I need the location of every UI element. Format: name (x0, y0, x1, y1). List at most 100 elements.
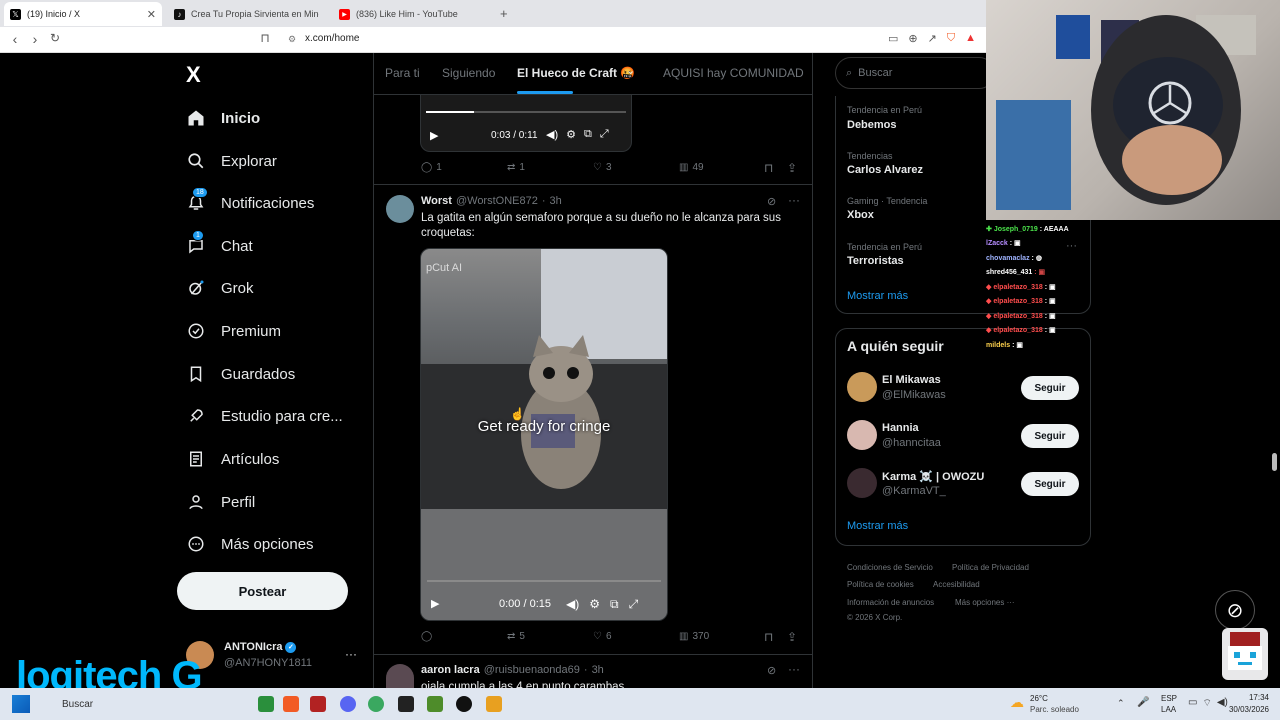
tab-siguiendo[interactable]: Siguiendo (442, 66, 495, 80)
search-input[interactable]: Buscar (858, 67, 892, 79)
new-tab-button[interactable]: + (500, 6, 508, 21)
url-field[interactable]: x.com/home (305, 33, 359, 44)
brave-browser-icon[interactable] (283, 696, 299, 712)
sidebar-item-inicio[interactable]: Inicio (186, 103, 260, 133)
sidebar-item-guardados[interactable]: Guardados (186, 359, 295, 389)
post-time[interactable]: 3h (592, 664, 604, 676)
captions-icon[interactable]: ⧉ (610, 597, 619, 612)
trend-title[interactable]: Debemos (847, 119, 897, 131)
avatar[interactable] (847, 420, 877, 450)
sidebar-item-perfil[interactable]: Perfil (186, 487, 255, 517)
footer-ads-info-link[interactable]: Información de anuncios (847, 598, 934, 607)
monitor-icon[interactable]: ▭ (1188, 697, 1197, 710)
views-action[interactable]: ▥ 49 (679, 162, 704, 173)
fullscreen-icon[interactable]: ⤢ (629, 597, 639, 612)
browser-tab-tiktok[interactable]: ♪ Crea Tu Propia Sirvienta en Minecraft (168, 2, 328, 26)
repost-action[interactable]: ⇄ 1 (507, 162, 525, 173)
sidebar-item-estudio[interactable]: Estudio para cre... (186, 401, 343, 431)
footer-privacy-link[interactable]: Política de Privacidad (952, 563, 1029, 572)
follow-button[interactable]: Seguir (1021, 424, 1079, 448)
like-action[interactable]: ♡ 6 (593, 631, 612, 642)
trend-title[interactable]: Carlos Alvarez (847, 164, 923, 176)
author-handle[interactable]: @WorstONE872 (456, 195, 538, 207)
sidebar-item-explorar[interactable]: Explorar (186, 146, 277, 176)
input-language-variant[interactable]: LAA (1161, 705, 1176, 714)
tab-aquisi-hay-comunidad[interactable]: AQUISI hay COMUNIDAD (663, 66, 804, 80)
grok-float-icon[interactable]: ⊘ (1215, 590, 1255, 630)
sidebar-item-chat[interactable]: 1 Chat (186, 230, 253, 261)
post-time[interactable]: 3h (550, 195, 562, 207)
sidebar-item-articulos[interactable]: Artículos (186, 444, 279, 474)
sidebar-item-notificaciones[interactable]: 18 Notificaciones (186, 187, 314, 218)
input-language[interactable]: ESP (1161, 694, 1177, 703)
post-button[interactable]: Postear (177, 572, 348, 610)
trend-more-icon[interactable]: ··· (1066, 240, 1077, 252)
author-handle[interactable]: @ruisbuenaonda69 (484, 664, 580, 676)
avatar[interactable] (386, 195, 414, 223)
taskbar-app-icon[interactable] (258, 696, 274, 712)
fullscreen-icon[interactable]: ⤢ (600, 128, 609, 141)
page-scrollbar-thumb[interactable] (1272, 453, 1277, 471)
taskbar-search[interactable]: Buscar (62, 699, 93, 710)
search-box[interactable]: ⌕ Buscar (835, 57, 995, 89)
bookmark-post-icon[interactable]: ⊓ (764, 161, 773, 175)
taskbar-app-icon[interactable] (310, 696, 326, 712)
settings-icon[interactable]: ⚙ (589, 597, 600, 612)
discord-icon[interactable] (340, 696, 356, 712)
browser-tab-x[interactable]: 𝕏 (19) Inicio / X ✕ (4, 2, 162, 26)
tab-el-hueco-de-craft[interactable]: El Hueco de Craft 🤬 (517, 66, 635, 80)
back-icon[interactable]: ‹ (7, 31, 23, 47)
footer-terms-link[interactable]: Condiciones de Servicio (847, 563, 933, 572)
tray-chevron-icon[interactable]: ⌃ (1117, 698, 1125, 709)
network-icon[interactable]: ⌔ (1202, 697, 1211, 710)
follow-name[interactable]: El Mikawas (882, 374, 941, 386)
browser-tab-youtube[interactable]: ▶ (836) Like Him - YouTube (333, 2, 493, 26)
author-name[interactable]: aaron lacra (421, 664, 480, 676)
site-info-icon[interactable]: ⚙ (288, 34, 296, 45)
sidebar-item-mas-opciones[interactable]: Más opciones (186, 529, 314, 559)
avatar[interactable] (386, 664, 414, 688)
taskbar-app-icon[interactable] (368, 696, 384, 712)
show-more-follow-link[interactable]: Mostrar más (847, 520, 908, 532)
trend-title[interactable]: Xbox (847, 209, 874, 221)
tab-para-ti[interactable]: Para ti (385, 66, 420, 80)
play-icon[interactable]: ▶ (431, 597, 439, 610)
reply-action[interactable]: ◯ 1 (421, 162, 442, 173)
x-home-logo[interactable]: X (186, 62, 201, 88)
chevron-down-icon[interactable]: ⌄ (626, 64, 635, 77)
like-action[interactable]: ♡ 3 (593, 162, 612, 173)
repost-action[interactable]: ⇄ 5 (507, 631, 525, 642)
clock-time[interactable]: 17:34 (1247, 693, 1269, 702)
show-more-trends-link[interactable]: Mostrar más (847, 290, 908, 302)
follow-name[interactable]: Hannia (882, 422, 919, 434)
zoom-icon[interactable]: ⊕ (908, 32, 917, 45)
forward-icon[interactable]: › (27, 31, 43, 47)
weather-temp[interactable]: 26°C (1030, 694, 1048, 703)
volume-icon[interactable]: ◀) (546, 128, 558, 141)
bookmark-page-icon[interactable]: ⊓ (257, 31, 273, 45)
author-name[interactable]: Worst (421, 195, 452, 207)
minecraft-icon[interactable] (427, 696, 443, 712)
cast-icon[interactable]: ▭ (888, 32, 898, 45)
reply-action[interactable]: ◯ (421, 631, 436, 642)
weather-icon[interactable]: ☁ (1010, 694, 1024, 711)
trend-title[interactable]: Terroristas (847, 255, 904, 267)
share-post-icon[interactable]: ⇪ (787, 630, 797, 644)
windows-start-icon[interactable] (12, 695, 30, 713)
share-icon[interactable]: ↗ (928, 32, 937, 45)
video-progress-bar[interactable] (427, 580, 661, 582)
previous-video-progress[interactable] (426, 111, 626, 113)
close-tab-icon[interactable]: ✕ (147, 8, 156, 21)
bookmark-post-icon[interactable]: ⊓ (764, 630, 773, 644)
views-action[interactable]: ▥ 370 (679, 631, 709, 642)
follow-button[interactable]: Seguir (1021, 376, 1079, 400)
previous-post-video[interactable] (420, 95, 632, 152)
avatar[interactable] (847, 468, 877, 498)
account-name[interactable]: ANTONIcra ✓ (224, 641, 297, 653)
sidebar-item-premium[interactable]: Premium (186, 316, 281, 346)
footer-accessibility-link[interactable]: Accesibilidad (933, 580, 980, 589)
share-post-icon[interactable]: ⇪ (787, 161, 797, 175)
x-app-icon[interactable] (398, 696, 414, 712)
reload-icon[interactable]: ↻ (47, 31, 63, 45)
footer-more-link[interactable]: Más opciones ··· (955, 598, 1015, 607)
